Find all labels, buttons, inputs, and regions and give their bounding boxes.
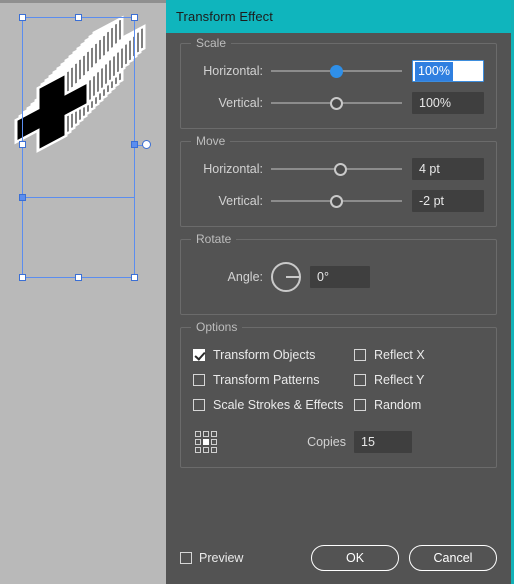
checkbox-icon[interactable] bbox=[354, 348, 366, 361]
scale-horizontal-value: 100% bbox=[415, 62, 453, 81]
anchor-cell-0[interactable] bbox=[195, 431, 201, 437]
slider-thumb[interactable] bbox=[333, 163, 347, 176]
copies-label: Copies bbox=[307, 435, 346, 449]
options-grid: Transform Objects Transform Patterns Sca… bbox=[193, 342, 484, 417]
checkbox-transform-patterns[interactable]: Transform Patterns bbox=[193, 367, 354, 392]
checkbox-reflect-x[interactable]: Reflect X bbox=[354, 342, 484, 367]
move-vertical-row: Vertical: -2 pt bbox=[193, 188, 484, 214]
checkbox-label: Transform Patterns bbox=[213, 372, 320, 387]
move-group-label: Move bbox=[191, 134, 231, 148]
artwork-svg bbox=[14, 4, 146, 165]
scale-vertical-input[interactable]: 100% bbox=[412, 92, 484, 114]
checkbox-label: Reflect Y bbox=[374, 372, 425, 387]
scale-vertical-row: Vertical: 100% bbox=[193, 90, 484, 116]
checkbox-label: Scale Strokes & Effects bbox=[213, 397, 344, 412]
options-group-label: Options bbox=[191, 320, 243, 334]
selection-handle-top-left[interactable] bbox=[19, 14, 26, 21]
selection-handle-middle-right[interactable] bbox=[131, 141, 138, 148]
copies-row: Copies 15 bbox=[193, 427, 484, 457]
selection-handle-top-center[interactable] bbox=[75, 14, 82, 21]
rotate-angle-input[interactable]: 0° bbox=[310, 266, 370, 288]
checkbox-label: Reflect X bbox=[374, 347, 425, 362]
copies-input[interactable]: 15 bbox=[354, 431, 412, 453]
cancel-button[interactable]: Cancel bbox=[409, 545, 497, 571]
options-left-column: Transform Objects Transform Patterns Sca… bbox=[193, 342, 354, 417]
options-group: Options Transform Objects Transform Patt… bbox=[180, 320, 497, 468]
checkbox-icon[interactable] bbox=[193, 373, 205, 386]
move-vertical-label: Vertical: bbox=[218, 194, 263, 208]
scale-horizontal-input[interactable]: 100% bbox=[412, 60, 484, 82]
anchor-cell-3[interactable] bbox=[195, 439, 201, 445]
selection-handle-middle-left[interactable] bbox=[19, 141, 26, 148]
rotate-group: Rotate Angle: 0° bbox=[180, 232, 497, 315]
scale-vertical-slider[interactable] bbox=[271, 93, 402, 113]
dialog-body: Scale Horizontal: 100% Vertical: 100% Mo… bbox=[166, 33, 511, 468]
anchor-cell-8[interactable] bbox=[211, 447, 217, 453]
checkbox-transform-objects[interactable]: Transform Objects bbox=[193, 342, 354, 367]
dialog-title: Transform Effect bbox=[176, 9, 273, 24]
options-right-column: Reflect X Reflect Y Random bbox=[354, 342, 484, 417]
checkbox-reflect-y[interactable]: Reflect Y bbox=[354, 367, 484, 392]
cross-extrude-artwork[interactable] bbox=[0, 0, 166, 584]
selection-handle-bottom-right[interactable] bbox=[131, 274, 138, 281]
touch-widget-handle[interactable] bbox=[142, 140, 151, 149]
selection-handle-bottom-center[interactable] bbox=[75, 274, 82, 281]
checkbox-icon[interactable] bbox=[354, 373, 366, 386]
checkbox-icon[interactable] bbox=[193, 398, 205, 411]
slider-thumb[interactable] bbox=[329, 65, 343, 78]
selection-handle-bottom-left[interactable] bbox=[19, 274, 26, 281]
anchor-cell-7[interactable] bbox=[203, 447, 209, 453]
checkbox-label: Random bbox=[374, 397, 422, 412]
dialog-footer: Preview OK Cancel bbox=[166, 532, 511, 584]
checkbox-icon[interactable] bbox=[354, 398, 366, 411]
selection-handle-top-right[interactable] bbox=[131, 14, 138, 21]
preview-label: Preview bbox=[199, 551, 244, 565]
move-group: Move Horizontal: 4 pt Vertical: -2 pt bbox=[180, 134, 497, 227]
angle-dial-icon[interactable] bbox=[271, 262, 301, 292]
scale-group-label: Scale bbox=[191, 36, 232, 50]
slider-thumb[interactable] bbox=[329, 97, 343, 110]
angle-needle bbox=[286, 276, 299, 278]
checkbox-icon-checked[interactable] bbox=[193, 348, 205, 361]
transform-effect-window: Transform Effect Scale Horizontal: 100% bbox=[0, 0, 514, 584]
dialog-titlebar[interactable]: Transform Effect bbox=[166, 0, 511, 33]
anchor-cell-1[interactable] bbox=[203, 431, 209, 437]
move-horizontal-input[interactable]: 4 pt bbox=[412, 158, 484, 180]
checkbox-random[interactable]: Random bbox=[354, 392, 484, 417]
move-horizontal-label: Horizontal: bbox=[203, 162, 263, 176]
scale-horizontal-slider[interactable] bbox=[271, 61, 402, 81]
checkbox-label: Transform Objects bbox=[213, 347, 316, 362]
rotate-angle-row: Angle: 0° bbox=[193, 256, 484, 298]
anchor-cell-2[interactable] bbox=[211, 431, 217, 437]
scale-vertical-label: Vertical: bbox=[218, 96, 263, 110]
checkbox-scale-strokes-effects[interactable]: Scale Strokes & Effects bbox=[193, 392, 354, 417]
anchor-cell-6[interactable] bbox=[195, 447, 201, 453]
move-horizontal-slider[interactable] bbox=[271, 159, 402, 179]
checkbox-preview[interactable]: Preview bbox=[180, 551, 243, 565]
slider-thumb[interactable] bbox=[329, 195, 343, 208]
anchor-cell-5[interactable] bbox=[211, 439, 217, 445]
scale-group: Scale Horizontal: 100% Vertical: 100% bbox=[180, 36, 497, 129]
transform-effect-dialog: Transform Effect Scale Horizontal: 100% bbox=[166, 0, 514, 584]
ok-button[interactable]: OK bbox=[311, 545, 399, 571]
anchor-cell-4-selected[interactable] bbox=[203, 439, 209, 445]
selection-mid-line bbox=[22, 197, 135, 198]
reference-point-grid-icon[interactable] bbox=[195, 431, 217, 453]
selection-handle-mid-left-filled[interactable] bbox=[19, 194, 26, 201]
scale-horizontal-row: Horizontal: 100% bbox=[193, 58, 484, 84]
scale-horizontal-label: Horizontal: bbox=[203, 64, 263, 78]
artboard-canvas[interactable] bbox=[0, 0, 166, 584]
move-vertical-slider[interactable] bbox=[271, 191, 402, 211]
checkbox-icon[interactable] bbox=[180, 552, 192, 564]
move-horizontal-row: Horizontal: 4 pt bbox=[193, 156, 484, 182]
rotate-angle-label: Angle: bbox=[227, 270, 263, 284]
rotate-group-label: Rotate bbox=[191, 232, 237, 246]
move-vertical-input[interactable]: -2 pt bbox=[412, 190, 484, 212]
